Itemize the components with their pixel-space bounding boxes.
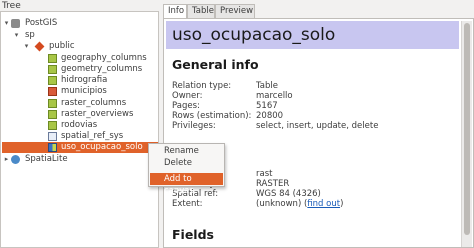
pages-label: Pages: xyxy=(172,101,200,111)
spatial-ref-value: WGS 84 (4326) xyxy=(256,189,321,199)
pages-value: 5167 xyxy=(256,101,278,111)
tree-item-label: raster_columns xyxy=(61,98,127,108)
privileges-value: select, insert, update, delete xyxy=(256,121,379,131)
tree-item-label: geometry_columns xyxy=(61,64,143,74)
tree-item-label: municipios xyxy=(61,86,107,96)
tree-item-label: uso_ocupacao_solo xyxy=(61,142,143,152)
geometry-value: RASTER xyxy=(256,179,290,189)
tree-view[interactable]: ▾ PostGIS ▾ sp ▾ public geography_column… xyxy=(0,11,159,248)
tree-item-municipios[interactable]: municipios xyxy=(1,86,158,97)
vertical-scrollbar[interactable] xyxy=(461,21,472,247)
table-icon xyxy=(48,121,57,130)
tree-item-postgis[interactable]: ▾ PostGIS xyxy=(1,18,158,29)
fields-heading: Fields xyxy=(172,227,214,242)
context-menu: Rename Delete Add to canvas xyxy=(148,143,225,196)
tree-item-label: hidrografia xyxy=(61,75,108,85)
table-icon xyxy=(48,87,57,96)
tree-item-hidrografia[interactable]: hidrografia xyxy=(1,75,158,86)
tree-item-label: spatial_ref_sys xyxy=(61,131,124,141)
rows-label: Rows (estimation): xyxy=(172,111,252,121)
table-icon xyxy=(48,99,57,108)
tree-item-spatial-ref-sys[interactable]: spatial_ref_sys xyxy=(1,131,158,142)
scrollbar-thumb[interactable] xyxy=(464,23,470,235)
page-title: uso_ocupacao_solo xyxy=(172,25,336,45)
tree-title: Tree xyxy=(2,1,21,11)
extent-value: (unknown) (find out) xyxy=(256,199,343,209)
extent-text: (unknown) xyxy=(256,199,302,209)
tab-preview[interactable]: Preview xyxy=(215,4,255,18)
rows-value: 20800 xyxy=(256,111,284,121)
collapse-arrow-icon[interactable]: ▸ xyxy=(3,154,10,165)
menu-item-rename[interactable]: Rename xyxy=(150,145,223,157)
tree-item-spatialite[interactable]: ▸ SpatiaLite xyxy=(1,154,158,165)
expand-arrow-icon[interactable]: ▾ xyxy=(3,18,10,29)
extent-label: Extent: xyxy=(172,199,203,209)
privileges-label: Privileges: xyxy=(172,121,216,131)
expand-arrow-icon[interactable]: ▾ xyxy=(13,30,20,41)
tree-item-raster-overviews[interactable]: raster_overviews xyxy=(1,109,158,120)
menu-item-delete[interactable]: Delete xyxy=(150,157,223,169)
table-icon xyxy=(48,110,57,119)
tree-item-raster-columns[interactable]: raster_columns xyxy=(1,98,158,109)
details-panel: Info Table Preview uso_ocupacao_solo Gen… xyxy=(160,0,474,248)
owner-value: marcello xyxy=(256,91,293,101)
tree-item-label: public xyxy=(49,41,75,51)
info-view: uso_ocupacao_solo General info Relation … xyxy=(163,18,474,248)
tree-item-label: rodovias xyxy=(61,120,98,130)
tree-item-label: PostGIS xyxy=(25,18,58,28)
tree-item-rodovias[interactable]: rodovias xyxy=(1,120,158,131)
tab-info[interactable]: Info xyxy=(163,4,187,19)
tree-item-label: raster_overviews xyxy=(61,109,134,119)
title-bar: uso_ocupacao_solo xyxy=(166,21,459,49)
general-info-heading: General info xyxy=(172,57,259,72)
tree-item-geography-columns[interactable]: geography_columns xyxy=(1,53,158,64)
relation-type-label: Relation type: xyxy=(172,81,232,91)
database-icon xyxy=(11,19,20,28)
find-out-link[interactable]: find out xyxy=(307,199,340,209)
expand-arrow-icon[interactable]: ▾ xyxy=(23,41,30,52)
tree-item-public[interactable]: ▾ public xyxy=(1,41,158,52)
owner-label: Owner: xyxy=(172,91,203,101)
tree-item-uso-ocupacao-solo[interactable]: uso_ocupacao_solo xyxy=(2,142,158,153)
table-icon xyxy=(48,54,57,63)
tree-item-label: sp xyxy=(25,30,35,40)
table-icon xyxy=(48,76,57,85)
tree-item-sp[interactable]: ▾ sp xyxy=(1,30,158,41)
table-icon xyxy=(48,65,57,74)
relation-type-value: Table xyxy=(256,81,278,91)
column-value: rast xyxy=(256,169,273,179)
tree-item-geometry-columns[interactable]: geometry_columns xyxy=(1,64,158,75)
schema-icon xyxy=(34,41,45,52)
spatialite-icon xyxy=(11,155,20,164)
table-icon xyxy=(48,132,57,141)
tab-table[interactable]: Table xyxy=(187,4,215,18)
raster-icon xyxy=(48,143,57,152)
paren-close: ) xyxy=(340,199,344,209)
tree-panel: Tree ▾ PostGIS ▾ sp ▾ public geography_c… xyxy=(0,0,160,248)
tree-item-label: geography_columns xyxy=(61,53,147,63)
tree-item-label: SpatiaLite xyxy=(25,154,68,164)
menu-item-add-to-canvas[interactable]: Add to canvas xyxy=(150,173,223,196)
